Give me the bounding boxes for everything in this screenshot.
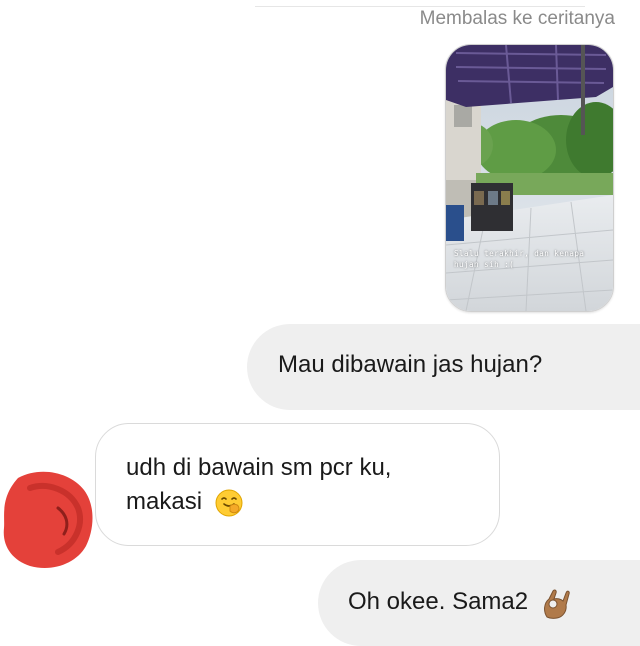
story-photo xyxy=(446,45,613,311)
message-text: Mau dibawain jas hujan? xyxy=(278,351,543,378)
shy-smiling-face-emoji xyxy=(215,489,243,517)
outgoing-message[interactable]: Mau dibawain jas hujan? xyxy=(247,324,640,410)
outgoing-message[interactable]: Oh okee. Sama2 xyxy=(318,560,640,646)
avatar-icon[interactable] xyxy=(0,468,96,570)
message-text-line: udh di bawain sm pcr ku, xyxy=(126,454,392,481)
incoming-message[interactable]: udh di bawain sm pcr ku, makasi xyxy=(95,423,500,546)
top-divider xyxy=(255,6,585,7)
story-thumbnail[interactable]: Slalu terakhir, dan kenapa hujan sih :( xyxy=(445,44,614,312)
message-text-line: makasi xyxy=(126,488,203,515)
story-caption: Slalu terakhir, dan kenapa hujan sih :( xyxy=(454,249,585,269)
ok-hand-emoji xyxy=(543,589,570,619)
message-text: Oh okee. Sama2 xyxy=(348,588,529,615)
story-reply-label: Membalas ke ceritanya xyxy=(419,8,615,29)
